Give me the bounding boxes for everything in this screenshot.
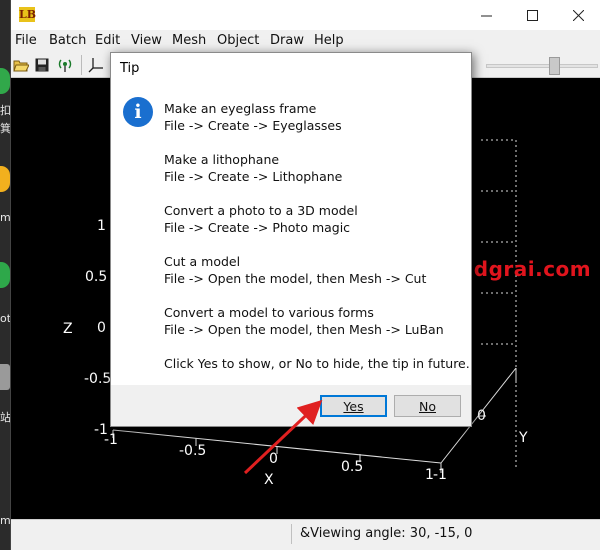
toolbar-slider-thumb[interactable] bbox=[549, 57, 560, 75]
tip-path: File -> Create -> Photo magic bbox=[164, 220, 351, 235]
menu-edit[interactable]: Edit bbox=[95, 33, 120, 48]
y-tick-label: -1 bbox=[433, 467, 447, 483]
tip-footer-note: Click Yes to show, or No to hide, the ti… bbox=[164, 356, 470, 371]
toolbar-divider bbox=[81, 55, 82, 75]
menu-file[interactable]: File bbox=[15, 33, 37, 48]
desktop-app-icon[interactable] bbox=[0, 166, 10, 192]
antenna-icon bbox=[58, 59, 72, 72]
minimize-icon bbox=[480, 15, 492, 16]
tip-item: Convert a model to various forms File ->… bbox=[164, 304, 444, 338]
maximize-button[interactable] bbox=[509, 0, 555, 30]
close-button[interactable] bbox=[555, 0, 600, 30]
close-icon bbox=[572, 9, 584, 21]
menu-batch[interactable]: Batch bbox=[49, 33, 86, 48]
yes-button[interactable]: Yes bbox=[320, 395, 387, 417]
save-icon bbox=[35, 58, 49, 72]
tip-title: Cut a model bbox=[164, 254, 241, 269]
z-tick-label: 0 bbox=[97, 320, 106, 336]
tip-title: Convert a photo to a 3D model bbox=[164, 203, 358, 218]
dialog-footer: Yes No bbox=[111, 385, 471, 426]
yes-button-label: Yes bbox=[343, 398, 364, 414]
tip-path: File -> Create -> Eyeglasses bbox=[164, 118, 342, 133]
status-divider bbox=[291, 524, 292, 544]
viewing-angle-status: &Viewing angle: 30, -15, 0 bbox=[300, 526, 473, 541]
dialog-title-bar: Tip bbox=[111, 53, 471, 83]
tip-path: File -> Open the model, then Mesh -> LuB… bbox=[164, 322, 444, 337]
desktop-app-icon[interactable] bbox=[0, 68, 10, 94]
desktop-app-icon[interactable] bbox=[0, 262, 10, 288]
tip-dialog: Tip i Make an eyeglass frame File -> Cre… bbox=[110, 52, 472, 427]
info-icon: i bbox=[123, 97, 153, 127]
z-tick-label: 1 bbox=[97, 218, 106, 234]
z-tick-label: 0.5 bbox=[85, 269, 108, 285]
x-tick-label: 0 bbox=[269, 451, 278, 467]
x-tick-label: -1 bbox=[104, 432, 118, 448]
x-axis-label: X bbox=[264, 472, 274, 488]
minimize-button[interactable] bbox=[463, 0, 509, 30]
menu-mesh[interactable]: Mesh bbox=[172, 33, 206, 48]
toolbar-slider-track[interactable] bbox=[486, 64, 598, 68]
menu-object[interactable]: Object bbox=[217, 33, 259, 48]
title-bar: LB bbox=[11, 0, 600, 30]
dialog-title: Tip bbox=[120, 61, 140, 76]
tip-title: Make an eyeglass frame bbox=[164, 101, 317, 116]
x-tick-label: -0.5 bbox=[179, 443, 207, 459]
z-tick-label: -0.5 bbox=[84, 371, 112, 387]
recycle-bin-icon[interactable] bbox=[0, 364, 10, 390]
y-axis-label: Y bbox=[519, 430, 528, 446]
tip-title: Make a lithophane bbox=[164, 152, 280, 167]
open-button[interactable] bbox=[11, 55, 31, 75]
tip-title: Convert a model to various forms bbox=[164, 305, 374, 320]
tip-path: File -> Create -> Lithophane bbox=[164, 169, 343, 184]
save-button[interactable] bbox=[32, 55, 52, 75]
z-axis-label: Z bbox=[63, 321, 73, 337]
menu-draw[interactable]: Draw bbox=[270, 33, 304, 48]
y-tick-label: 0 bbox=[477, 408, 486, 424]
tip-item: Make an eyeglass frame File -> Create ->… bbox=[164, 100, 342, 134]
no-button[interactable]: No bbox=[394, 395, 461, 417]
no-button-label: No bbox=[419, 398, 436, 414]
menu-view[interactable]: View bbox=[131, 33, 162, 48]
app-logo-icon: LB bbox=[19, 7, 37, 22]
dialog-body: i Make an eyeglass frame File -> Create … bbox=[111, 83, 471, 385]
status-bar: &Viewing angle: 30, -15, 0 bbox=[11, 519, 600, 550]
maximize-icon bbox=[526, 9, 538, 21]
folder-open-icon bbox=[13, 60, 29, 72]
tip-item: Make a lithophane File -> Create -> Lith… bbox=[164, 151, 342, 185]
axes-icon bbox=[88, 58, 103, 73]
menu-help[interactable]: Help bbox=[314, 33, 344, 48]
tip-item: Convert a photo to a 3D model File -> Cr… bbox=[164, 202, 358, 236]
tip-path: File -> Open the model, then Mesh -> Cut bbox=[164, 271, 427, 286]
desktop-strip: 扣 箕 me ot 站 m bbox=[0, 0, 17, 550]
wireless-button[interactable] bbox=[55, 55, 75, 75]
tip-item: Cut a model File -> Open the model, then… bbox=[164, 253, 426, 287]
axes-button[interactable] bbox=[86, 55, 106, 75]
x-tick-label: 0.5 bbox=[341, 459, 364, 475]
menu-bar: File Batch Edit View Mesh Object Draw He… bbox=[11, 30, 600, 52]
